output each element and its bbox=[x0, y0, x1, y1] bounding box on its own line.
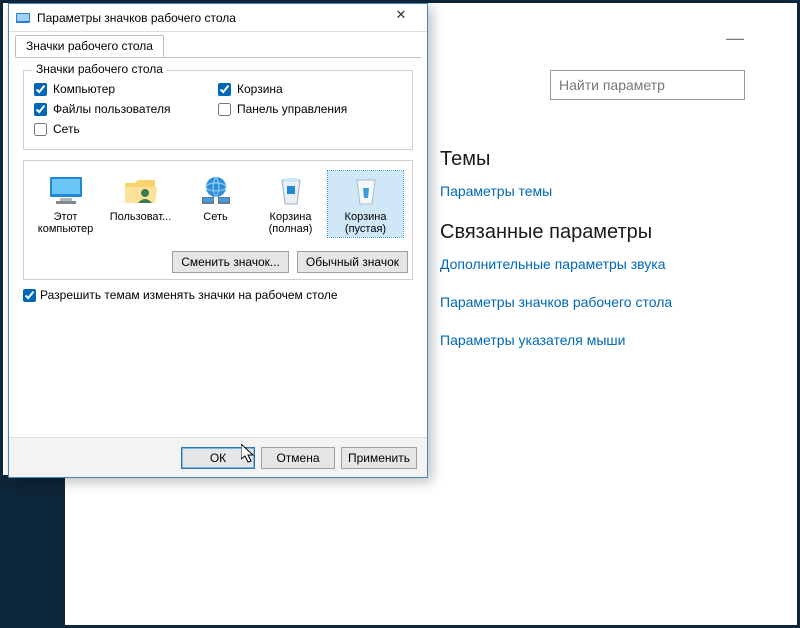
monitor-icon bbox=[46, 173, 86, 209]
default-icon-button[interactable]: Обычный значок bbox=[297, 251, 408, 273]
checkbox-network-label: Сеть bbox=[53, 122, 80, 136]
desktop-icons-dialog: Параметры значков рабочего стола ✕ Значк… bbox=[8, 3, 428, 478]
dialog-tabs: Значки рабочего стола bbox=[9, 32, 427, 58]
icon-this-pc-label2: компьютер bbox=[30, 223, 101, 235]
group-label: Значки рабочего стола bbox=[32, 62, 167, 76]
checkbox-user-files-label: Файлы пользователя bbox=[53, 102, 170, 116]
link-sound-settings[interactable]: Дополнительные параметры звука bbox=[440, 256, 765, 272]
left-background-strip bbox=[3, 475, 65, 625]
icon-recycle-bin-empty[interactable]: Корзина (пустая) bbox=[328, 171, 403, 237]
settings-minimize-button[interactable]: — bbox=[715, 28, 755, 52]
checkbox-control-panel-label: Панель управления bbox=[237, 102, 347, 116]
dialog-title-text: Параметры значков рабочего стола bbox=[37, 11, 236, 25]
link-theme-settings[interactable]: Параметры темы bbox=[440, 183, 765, 199]
checkbox-computer[interactable]: Компьютер bbox=[34, 79, 218, 99]
icon-preview-pane: Этот компьютер Пользоват... Сеть bbox=[23, 160, 413, 280]
cancel-button[interactable]: Отмена bbox=[261, 447, 335, 469]
checkbox-recycle-bin-label: Корзина bbox=[237, 82, 283, 96]
icon-recycle-full-label2: (полная) bbox=[255, 223, 326, 235]
icon-this-pc-label1: Этот bbox=[30, 211, 101, 223]
close-button[interactable]: ✕ bbox=[381, 7, 421, 29]
recycle-full-icon bbox=[271, 173, 311, 209]
network-icon bbox=[196, 173, 236, 209]
dialog-footer: ОК Отмена Применить bbox=[9, 437, 427, 477]
icon-recycle-empty-label1: Корзина bbox=[330, 211, 401, 223]
checkbox-computer-label: Компьютер bbox=[53, 82, 115, 96]
link-mouse-pointer-settings[interactable]: Параметры указателя мыши bbox=[440, 332, 765, 348]
group-desktop-icons: Значки рабочего стола Компьютер Файлы по… bbox=[23, 70, 413, 150]
icon-recycle-bin-full[interactable]: Корзина (полная) bbox=[253, 171, 328, 237]
dialog-icon bbox=[15, 10, 31, 26]
section-related-heading: Связанные параметры bbox=[440, 221, 765, 244]
icon-this-pc[interactable]: Этот компьютер bbox=[28, 171, 103, 237]
checkbox-recycle-bin[interactable]: Корзина bbox=[218, 79, 402, 99]
icon-network-label: Сеть bbox=[180, 211, 251, 223]
change-icon-button[interactable]: Сменить значок... bbox=[172, 251, 289, 273]
icon-recycle-empty-label2: (пустая) bbox=[330, 223, 401, 235]
dialog-titlebar: Параметры значков рабочего стола ✕ bbox=[9, 4, 427, 32]
tab-desktop-icons[interactable]: Значки рабочего стола bbox=[15, 35, 164, 57]
checkbox-allow-themes[interactable]: Разрешить темам изменять значки на рабоч… bbox=[23, 288, 413, 302]
checkbox-allow-themes-label: Разрешить темам изменять значки на рабоч… bbox=[40, 288, 338, 302]
icon-network[interactable]: Сеть bbox=[178, 171, 253, 237]
settings-content: Темы Параметры темы Связанные параметры … bbox=[440, 130, 765, 370]
checkbox-user-files[interactable]: Файлы пользователя bbox=[34, 99, 218, 119]
dialog-body: Значки рабочего стола Компьютер Файлы по… bbox=[9, 58, 427, 314]
ok-button[interactable]: ОК bbox=[181, 447, 255, 469]
folder-user-icon bbox=[121, 173, 161, 209]
link-desktop-icons-settings[interactable]: Параметры значков рабочего стола bbox=[440, 294, 765, 310]
checkbox-network[interactable]: Сеть bbox=[34, 119, 218, 139]
icon-recycle-full-label1: Корзина bbox=[255, 211, 326, 223]
icon-user-files-label: Пользоват... bbox=[105, 211, 176, 223]
icon-user-files[interactable]: Пользоват... bbox=[103, 171, 178, 237]
recycle-empty-icon bbox=[346, 173, 386, 209]
checkbox-control-panel[interactable]: Панель управления bbox=[218, 99, 402, 119]
apply-button[interactable]: Применить bbox=[341, 447, 417, 469]
section-themes-heading: Темы bbox=[440, 148, 765, 171]
search-input[interactable] bbox=[550, 70, 745, 100]
